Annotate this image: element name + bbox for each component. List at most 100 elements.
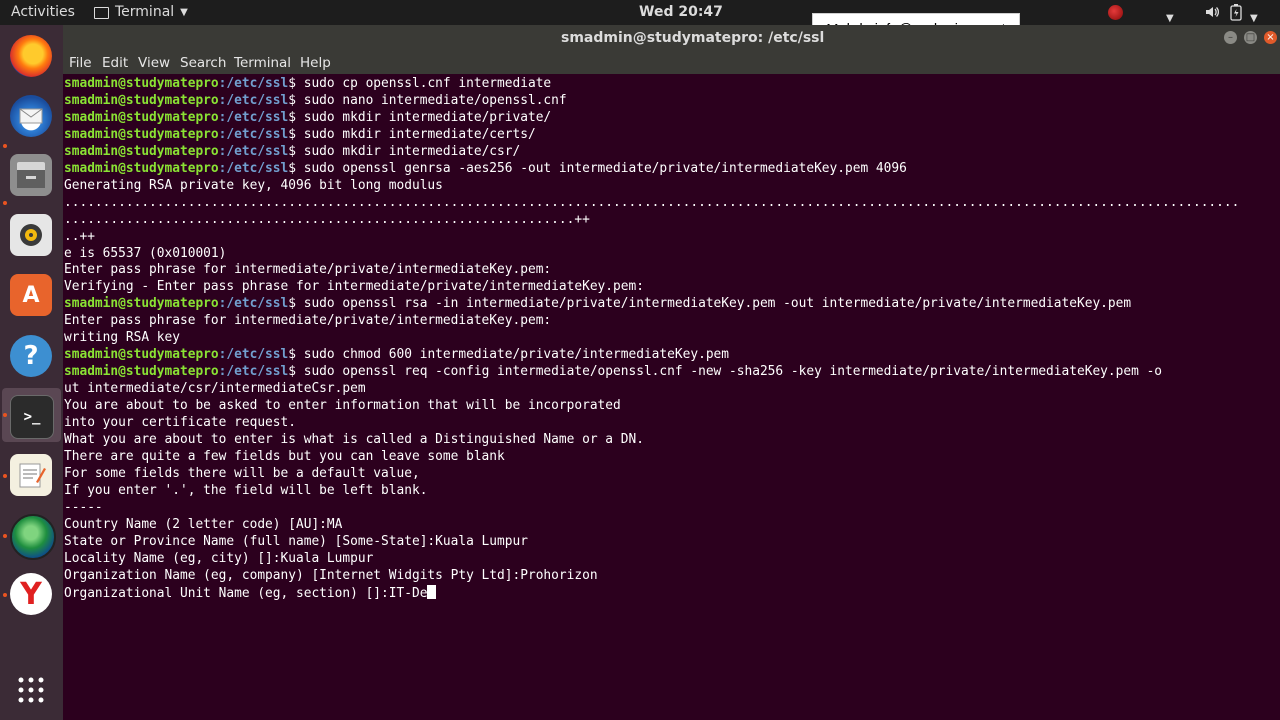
running-indicator [3,534,7,538]
prompt-path: :/etc/ssl [218,296,289,312]
line-text: Enter pass phrase for intermediate/priva… [64,262,552,278]
rhythmbox-icon[interactable] [10,214,52,256]
command-line: smadmin@studymatepro:/etc/ssl$ sudo chmo… [64,347,1239,364]
line-text: Organization Name (eg, company) [Interne… [64,567,598,583]
menu-edit[interactable]: Edit [102,55,128,71]
output-line: State or Province Name (full name) [Some… [64,534,1239,551]
prompt-symbol: $ [288,76,304,91]
prompt-user: smadmin@studymatepro [64,76,219,91]
record-icon[interactable] [1108,5,1123,20]
output-line: writing RSA key [64,330,1239,347]
files-icon[interactable] [10,154,52,196]
menu-file[interactable]: File [69,55,92,71]
output-line: ----- [64,500,1239,517]
prompt-user: smadmin@studymatepro [64,126,219,142]
output-line: ........................................… [64,195,1239,212]
prompt-user: smadmin@studymatepro [64,296,219,312]
prompt-path: :/etc/ssl [218,143,289,159]
text-editor-icon[interactable] [10,454,52,496]
output-line: Generating RSA private key, 4096 bit lon… [64,178,1239,195]
output-line: ..++ [64,229,1239,246]
prompt-user: smadmin@studymatepro [64,160,219,176]
terminal-area[interactable]: smadmin@studymatepro:/etc/ssl$ sudo cp o… [63,76,1280,720]
line-text: For some fields there will be a default … [64,465,420,481]
window-title: smadmin@studymatepro: /etc/ssl [561,30,825,46]
maximize-icon[interactable]: □ [1244,31,1257,44]
output-line: Country Name (2 letter code) [AU]:MA [64,517,1239,534]
line-text: Verifying - Enter pass phrase for interm… [64,279,644,295]
line-text: If you enter '.', the field will be left… [64,482,428,498]
output-line: Organizational Unit Name (eg, section) [… [64,584,1239,603]
prompt-symbol: $ [288,92,304,108]
help-icon[interactable]: ? [10,335,52,377]
menu-help[interactable]: Help [300,55,331,71]
show-apps-icon[interactable] [10,669,52,711]
window-titlebar[interactable]: smadmin@studymatepro: /etc/ssl – □ × [63,25,1280,52]
prompt-path: :/etc/ssl [218,126,289,142]
menu-search[interactable]: Search [180,55,226,71]
command-line: smadmin@studymatepro:/etc/ssl$ sudo nano… [64,93,1239,110]
system-tray[interactable]: ▼ ▼ [1100,0,1280,25]
browser-globe-icon[interactable] [10,514,56,560]
firefox-icon[interactable] [10,35,52,77]
line-text: State or Province Name (full name) [Some… [64,533,528,549]
line-text: sudo mkdir intermediate/csr/ [303,143,521,159]
software-center-icon[interactable]: A [10,274,52,316]
line-text: writing RSA key [64,330,180,346]
output-line: into your certificate request. [64,415,1239,432]
line-text: ........................................… [64,194,1240,210]
line-text: Organizational Unit Name (eg, section) [… [64,585,428,601]
clock[interactable]: Wed 20:47 [639,0,723,25]
yandex-icon[interactable]: Y [10,573,52,615]
running-indicator [3,201,7,205]
command-line: smadmin@studymatepro:/etc/ssl$ sudo open… [64,364,1239,381]
line-text: Locality Name (eg, city) []:Kuala Lumpur [64,550,374,566]
prompt-symbol: $ [288,296,304,312]
line-text: sudo nano intermediate/openssl.cnf [303,92,567,108]
menu-bar: File Edit View Search Terminal Help [63,52,1280,74]
prompt-symbol: $ [288,143,304,159]
app-menu-label: Terminal [115,4,175,20]
output-line: What you are about to enter is what is c… [64,432,1239,449]
command-line: smadmin@studymatepro:/etc/ssl$ sudo open… [64,296,1239,313]
prompt-symbol: $ [288,126,304,142]
thunderbird-icon[interactable] [10,95,52,137]
line-text: ----- [64,499,103,515]
activities-button[interactable]: Activities [11,0,75,25]
command-line: smadmin@studymatepro:/etc/ssl$ sudo open… [64,161,1239,178]
line-text: ........................................… [64,211,590,227]
terminal-icon[interactable]: >_ [10,395,54,439]
output-line: Locality Name (eg, city) []:Kuala Lumpur [64,551,1239,568]
line-text: What you are about to enter is what is c… [64,432,644,448]
command-line: smadmin@studymatepro:/etc/ssl$ sudo cp o… [64,76,1239,93]
line-text: sudo mkdir intermediate/certs/ [303,126,536,142]
command-line: smadmin@studymatepro:/etc/ssl$ sudo mkdi… [64,127,1239,144]
minimize-icon[interactable]: – [1224,31,1237,44]
output-line: ut intermediate/csr/intermediateCsr.pem [64,381,1239,398]
dock: A ? >_ Y [0,25,63,720]
output-line: Verifying - Enter pass phrase for interm… [64,279,1239,296]
line-text: sudo openssl req -config intermediate/op… [303,364,1163,380]
prompt-path: :/etc/ssl [218,92,289,108]
terminal-app-icon [94,6,109,19]
output-line: Organization Name (eg, company) [Interne… [64,568,1239,585]
running-indicator [3,474,7,478]
chevron-down-icon: ▼ [180,7,188,18]
running-indicator [3,144,7,148]
menu-view[interactable]: View [138,55,170,71]
app-menu-button[interactable]: Terminal ▼ [94,0,188,25]
prompt-user: smadmin@studymatepro [64,92,219,108]
output-line: Enter pass phrase for intermediate/priva… [64,313,1239,330]
output-line: ........................................… [64,212,1239,229]
menu-terminal[interactable]: Terminal [234,55,291,71]
prompt-symbol: $ [288,364,304,380]
prompt-path: :/etc/ssl [218,109,289,125]
line-text: Generating RSA private key, 4096 bit lon… [64,177,443,193]
prompt-user: smadmin@studymatepro [64,364,219,380]
line-text: sudo mkdir intermediate/private/ [303,109,552,125]
output-line: You are about to be asked to enter infor… [64,398,1239,415]
output-line: For some fields there will be a default … [64,466,1239,483]
close-icon[interactable]: × [1264,31,1277,44]
running-indicator [3,593,7,597]
line-text: There are quite a few fields but you can… [64,448,505,464]
